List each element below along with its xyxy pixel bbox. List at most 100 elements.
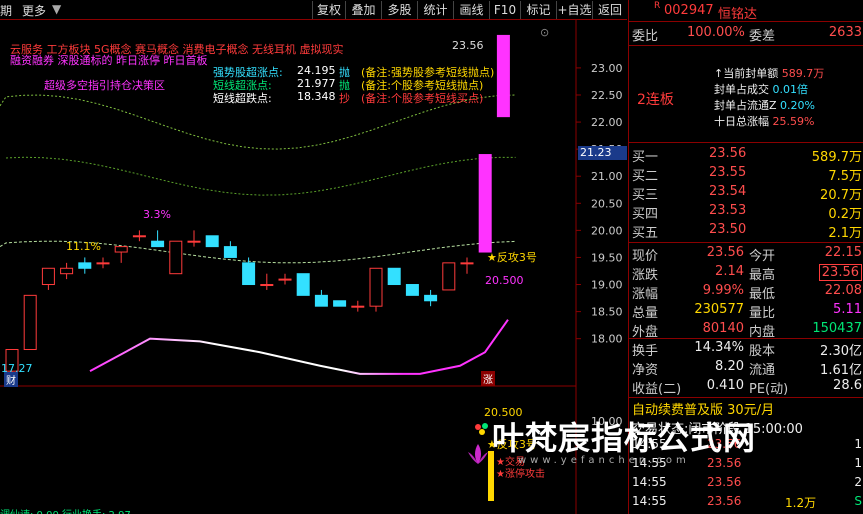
candle-body bbox=[460, 262, 474, 265]
buy-volume: 589.7万 bbox=[811, 150, 862, 165]
stat-value: 8.20 bbox=[715, 359, 744, 374]
indicator-curve bbox=[89, 319, 509, 375]
short-drop-value: 18.348 bbox=[297, 90, 336, 103]
add-watchlist-button[interactable]: +自选 bbox=[556, 1, 592, 19]
stock-name: 恒铭达 bbox=[718, 7, 758, 22]
overlay-button[interactable]: 叠加 bbox=[345, 1, 381, 19]
candle-body bbox=[151, 240, 165, 248]
quote-label-2: 最高 bbox=[749, 268, 776, 283]
draw-line-button[interactable]: 画线 bbox=[453, 1, 489, 19]
buy-row[interactable]: 买五 23.50 2.1万 bbox=[629, 222, 863, 241]
concept-tags-2: 融资融券 深股通标的 昨日涨停 昨日首板 bbox=[10, 54, 208, 67]
stock-code: 002947 bbox=[664, 3, 714, 18]
indicator-title: 超级多空指引持仓决策区 bbox=[44, 79, 165, 92]
buy-volume: 7.5万 bbox=[828, 169, 862, 184]
seal-row: ↑当前封单额 589.7万 bbox=[714, 67, 825, 80]
candle-body bbox=[351, 305, 365, 308]
period-label[interactable]: 期 bbox=[0, 2, 12, 19]
buy-price: 23.53 bbox=[709, 203, 747, 218]
short-drop-tag: 抄 bbox=[339, 92, 350, 105]
multi-stock-button[interactable]: 多股 bbox=[381, 1, 417, 19]
candle-body bbox=[41, 267, 55, 286]
f10-button[interactable]: F10 bbox=[489, 1, 520, 19]
quote-value: 9.99% bbox=[702, 283, 744, 298]
quote-value-2: 22.08 bbox=[824, 283, 862, 298]
candle-body bbox=[405, 284, 419, 296]
stat-label: 收益(二) bbox=[632, 382, 682, 397]
strong-rise-value: 24.195 bbox=[297, 64, 336, 77]
buy-row[interactable]: 买三 23.54 20.7万 bbox=[629, 184, 863, 203]
buy-row[interactable]: 买四 23.53 0.2万 bbox=[629, 203, 863, 222]
buy-price: 23.50 bbox=[709, 222, 747, 237]
quote-row: 涨幅 9.99% 最低 22.08 bbox=[629, 283, 863, 302]
board-count: 2连板 bbox=[637, 92, 674, 108]
seal-row: 封单占成交 0.01倍 bbox=[714, 83, 808, 96]
stat-label-2: PE(动) bbox=[749, 382, 789, 397]
chart-toolbar: 期 更多 ▼ 复权 叠加 多股 统计 画线 F10 标记 +自选 返回 bbox=[0, 0, 627, 20]
mid-band-line bbox=[5, 156, 516, 196]
weibi-label: 委比 bbox=[632, 29, 659, 44]
axis-tick-label: 21.00 bbox=[591, 170, 623, 183]
seal-info: ↑当前封单额 589.7万 封单占成交 0.01倍 封单占流通Z 0.20% 十… bbox=[714, 66, 863, 130]
signal-value: 20.500 bbox=[485, 274, 524, 287]
settings-icon[interactable]: ⊙ bbox=[540, 26, 549, 39]
weibi-value: 100.00% bbox=[687, 25, 745, 40]
mark-button[interactable]: 标记 bbox=[520, 1, 556, 19]
quote-value: 23.56 bbox=[706, 245, 744, 260]
finance-badge[interactable]: 财 bbox=[4, 372, 18, 387]
candle-body bbox=[387, 267, 401, 286]
weicha-label: 委差 bbox=[749, 29, 776, 44]
buy-volume: 20.7万 bbox=[820, 188, 862, 203]
more-menu[interactable]: 更多 bbox=[22, 2, 46, 19]
axis-tick-label: 18.50 bbox=[591, 306, 623, 319]
candle-body bbox=[223, 246, 237, 258]
axis-tick-label: 19.00 bbox=[591, 279, 623, 292]
current-price-tag: 21.23 bbox=[578, 146, 627, 160]
buy-label: 买二 bbox=[632, 169, 659, 184]
axis-tick-label: 22.50 bbox=[591, 89, 623, 102]
tick-side: S bbox=[854, 494, 862, 508]
tick-row: 14:55 23.56 2 bbox=[629, 475, 863, 494]
short-drop-label: 短线超跌点: bbox=[213, 92, 272, 105]
quote-value: 2.14 bbox=[715, 264, 744, 279]
stat-row: 换手 14.34% 股本 2.30亿 bbox=[629, 340, 863, 359]
tick-price: 23.56 bbox=[707, 475, 742, 489]
quote-value-2: 23.56 bbox=[818, 264, 862, 281]
axis-tick-label: 19.50 bbox=[591, 251, 623, 264]
candle-body bbox=[242, 262, 256, 286]
weicha-value: 2633 bbox=[828, 25, 862, 40]
candle-body bbox=[424, 294, 438, 302]
buy-row[interactable]: 买一 23.56 589.7万 bbox=[629, 146, 863, 165]
chevron-down-icon[interactable]: ▼ bbox=[52, 2, 61, 16]
tick-volume: 1.2万 bbox=[785, 496, 817, 510]
candle-body bbox=[296, 273, 310, 296]
limit-up-badge[interactable]: 涨 bbox=[481, 371, 495, 386]
quote-label: 涨跌 bbox=[632, 268, 659, 283]
stat-value: 14.34% bbox=[694, 340, 744, 355]
stats-button[interactable]: 统计 bbox=[417, 1, 453, 19]
stat-value-2: 2.30亿 bbox=[820, 344, 862, 359]
fuquan-button[interactable]: 复权 bbox=[312, 1, 345, 19]
tick-time: 14:55 bbox=[632, 494, 667, 508]
quote-label: 现价 bbox=[632, 249, 659, 264]
quote-row: 现价 23.56 今开 22.15 bbox=[629, 245, 863, 264]
tick-side: 1 bbox=[854, 437, 862, 451]
candle-body bbox=[333, 300, 347, 307]
strong-rise-row: 强势股超涨点: 24.195 抛 (备注:强势股参考短线抛点) bbox=[213, 64, 513, 79]
back-button[interactable]: 返回 bbox=[592, 1, 627, 19]
stat-value: 0.410 bbox=[706, 378, 744, 393]
high-price-label: 23.56 bbox=[452, 39, 484, 52]
r-badge: R bbox=[654, 1, 661, 11]
axis-tick-label: 20.50 bbox=[591, 197, 623, 210]
axis-tick-label: 23.00 bbox=[591, 62, 623, 75]
buy-label: 买一 bbox=[632, 150, 659, 165]
lotus-icon bbox=[465, 442, 491, 468]
watermark-text: 叶梵宸指标公式网 bbox=[492, 419, 757, 457]
candle-body bbox=[96, 262, 110, 265]
stat-label: 净资 bbox=[632, 363, 659, 378]
candle-body bbox=[114, 246, 128, 253]
short-rise-value: 21.977 bbox=[297, 77, 336, 90]
buy-row[interactable]: 买二 23.55 7.5万 bbox=[629, 165, 863, 184]
candle-body bbox=[60, 267, 74, 275]
quote-row: 涨跌 2.14 最高 23.56 bbox=[629, 264, 863, 283]
